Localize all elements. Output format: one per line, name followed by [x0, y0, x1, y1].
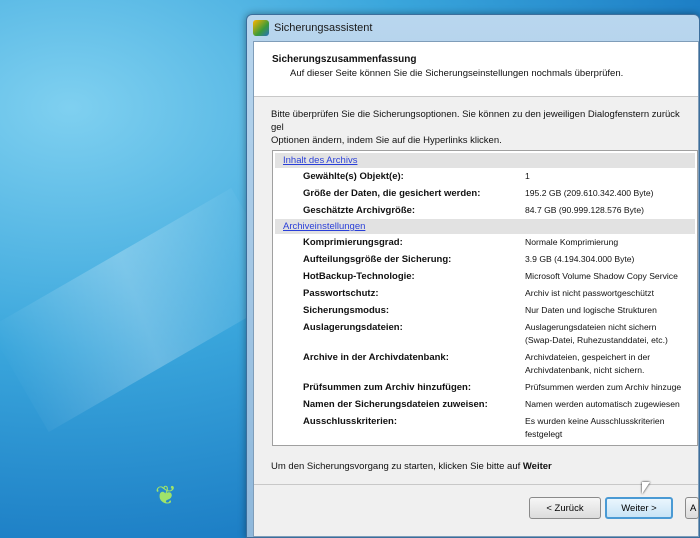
wizard-window: Sicherungsassistent Sicherungszusammenfa… — [246, 14, 700, 538]
row-label: HotBackup-Technologie: — [303, 271, 415, 282]
summary-row: Passwortschutz: Archiv ist nicht passwort… — [275, 285, 695, 302]
section-header: Archiveinstellungen — [275, 219, 695, 234]
row-value-line: Auslagerungsdateien nicht sichern — [525, 322, 657, 332]
title-bar[interactable]: Sicherungsassistent — [247, 15, 699, 41]
row-value-line: Namen werden automatisch zugewiesen — [525, 399, 680, 409]
next-button[interactable]: Weiter > — [605, 497, 673, 519]
row-label: Passwortschutz: — [303, 288, 379, 299]
summary-row: HotBackup-Technologie: Microsoft Volume S… — [275, 268, 695, 285]
row-value: Microsoft Volume Shadow Copy Service — [525, 270, 695, 283]
wallpaper-leaf-icon: ❦ — [155, 480, 177, 510]
row-value-line: Archivdateien, gespeichert in der — [525, 352, 651, 362]
row-value: Archivdateien, gespeichert in der Archivd… — [525, 351, 695, 377]
app-icon — [253, 20, 269, 36]
row-value: Auslagerungsdateien nicht sichern (Swap-D… — [525, 321, 695, 347]
row-value: Namen werden automatisch zugewiesen — [525, 398, 695, 411]
footer-bold: Weiter — [522, 461, 552, 472]
window-title: Sicherungsassistent — [274, 22, 373, 34]
page-title: Sicherungszusammenfassung — [272, 54, 417, 65]
row-value: 84.7 GB (90.999.128.576 Byte) — [525, 204, 695, 217]
wizard-client: Sicherungszusammenfassung Auf dieser Sei… — [253, 41, 699, 537]
page-subtitle: Auf dieser Seite können Sie die Sicherun… — [290, 68, 624, 79]
row-value: 195.2 GB (209.610.342.400 Byte) — [525, 187, 695, 200]
row-label: Namen der Sicherungsdateien zuweisen: — [303, 399, 488, 410]
row-label: Auslagerungsdateien: — [303, 322, 403, 333]
footer-label: Um den Sicherungsvorgang zu starten, kli… — [271, 461, 523, 472]
row-value: 1 — [525, 170, 695, 183]
row-value-line: 195.2 GB (209.610.342.400 Byte) — [525, 188, 654, 198]
row-value-line: 84.7 GB (90.999.128.576 Byte) — [525, 205, 644, 215]
row-label: Gewählte(s) Objekt(e): — [303, 171, 404, 182]
row-value: Archiv ist nicht passwortgeschützt — [525, 287, 695, 300]
summary-row: Größe der Daten, die gesichert werden: 19… — [275, 185, 695, 202]
section-link[interactable]: Inhalt des Archivs — [283, 155, 357, 166]
summary-row: Auslagerungsdateien: Auslagerungsdateien … — [275, 319, 695, 349]
row-label: Archive in der Archivdatenbank: — [303, 352, 449, 363]
back-button[interactable]: < Zurück — [529, 497, 601, 519]
intro-line: Optionen ändern, indem Sie auf die Hyper… — [271, 135, 502, 146]
row-value: Nur Daten und logische Strukturen — [525, 304, 695, 317]
cancel-button[interactable]: A — [685, 497, 699, 519]
row-label: Größe der Daten, die gesichert werden: — [303, 188, 481, 199]
mouse-cursor-icon — [642, 482, 650, 494]
row-label: Sicherungsmodus: — [303, 305, 390, 316]
row-value: Prüfsummen werden zum Archiv hinzuge — [525, 381, 695, 394]
intro-line: Bitte überprüfen Sie die Sicherungsoptio… — [271, 109, 680, 133]
row-label: Aufteilungsgröße der Sicherung: — [303, 254, 452, 265]
summary-row: Komprimierungsgrad: Normale Komprimierung — [275, 234, 695, 251]
row-value: Normale Komprimierung — [525, 236, 695, 249]
row-label: Ausschlusskriterien: — [303, 416, 397, 427]
row-value-line: Es wurden keine Ausschlusskriterien — [525, 416, 665, 426]
row-value-line: Nur Daten und logische Strukturen — [525, 305, 657, 315]
summary-row: Aufteilungsgröße der Sicherung: 3.9 GB (4… — [275, 251, 695, 268]
summary-row: Sicherungsmodus: Nur Daten und logische S… — [275, 302, 695, 319]
divider — [254, 484, 698, 485]
summary-row: Archive in der Archivdatenbank: Archivdat… — [275, 349, 695, 379]
row-value-line: festgelegt — [525, 429, 563, 439]
row-value-line: (Swap-Datei, Ruhezustanddatei, etc.) — [525, 335, 668, 345]
row-value: 3.9 GB (4.194.304.000 Byte) — [525, 253, 695, 266]
summary-row: Geschätzte Archivgröße: 84.7 GB (90.999.1… — [275, 202, 695, 219]
row-label: Komprimierungsgrad: — [303, 237, 403, 248]
section-header: Inhalt des Archivs — [275, 153, 695, 168]
row-value-line: 1 — [525, 171, 530, 181]
row-value-line: 3.9 GB (4.194.304.000 Byte) — [525, 254, 635, 264]
row-label: Geschätzte Archivgröße: — [303, 205, 416, 216]
row-value-line: Normale Komprimierung — [525, 237, 619, 247]
row-value: Es wurden keine Ausschlusskriterien festg… — [525, 415, 695, 441]
summary-row: Prüfsummen zum Archiv hinzufügen: Prüfsum… — [275, 379, 695, 396]
summary-box: Inhalt des Archivs Gewählte(s) Objekt(e):… — [272, 150, 698, 446]
row-value-line: Microsoft Volume Shadow Copy Service — [525, 271, 678, 281]
row-label: Prüfsummen zum Archiv hinzufügen: — [303, 382, 472, 393]
row-value-line: Prüfsummen werden zum Archiv hinzuge — [525, 382, 682, 392]
section-link[interactable]: Archiveinstellungen — [283, 221, 365, 232]
summary-row: Namen der Sicherungsdateien zuweisen: Nam… — [275, 396, 695, 413]
row-value-line: Archiv ist nicht passwortgeschützt — [525, 288, 654, 298]
summary-row: Gewählte(s) Objekt(e): 1 — [275, 168, 695, 185]
footer-text: Um den Sicherungsvorgang zu starten, kli… — [271, 461, 552, 472]
intro-text: Bitte überprüfen Sie die Sicherungsoptio… — [271, 108, 694, 147]
wizard-header: Sicherungszusammenfassung Auf dieser Sei… — [254, 42, 698, 97]
summary-row: Ausschlusskriterien: Es wurden keine Auss… — [275, 413, 695, 443]
row-value-line: Archivdatenbank, nicht sichern. — [525, 365, 645, 375]
